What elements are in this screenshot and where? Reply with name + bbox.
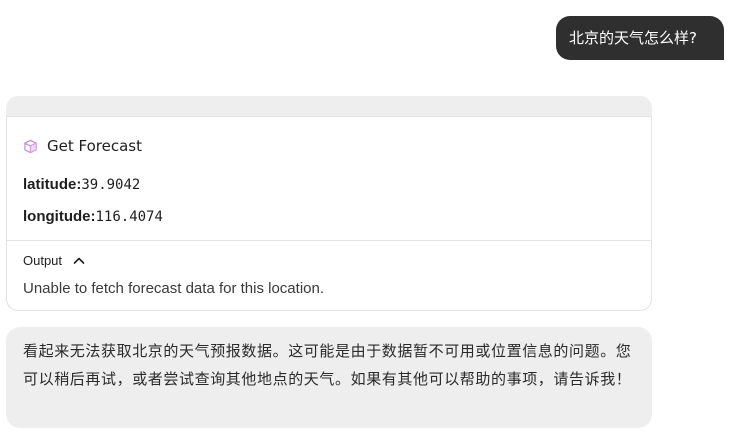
param-longitude-key: longitude: bbox=[23, 208, 96, 225]
param-longitude-value: 116.4074 bbox=[95, 209, 163, 225]
param-latitude: latitude: 39.9042 bbox=[23, 176, 140, 193]
tool-output-text: Unable to fetch forecast data for this l… bbox=[23, 280, 325, 297]
user-message-text: 北京的天气怎么样? bbox=[569, 29, 697, 47]
chevron-up-icon bbox=[73, 257, 85, 264]
param-longitude: longitude: 116.4074 bbox=[23, 208, 163, 225]
param-latitude-value: 39.9042 bbox=[81, 177, 141, 193]
output-toggle-button[interactable]: Output bbox=[23, 253, 86, 268]
assistant-message-bubble: 看起来无法获取北京的天气预报数据。这可能是由于数据暂不可用或位置信息的问题。您可… bbox=[6, 327, 652, 428]
output-label: Output bbox=[23, 253, 63, 268]
divider bbox=[7, 240, 651, 241]
cube-icon bbox=[24, 139, 37, 153]
param-latitude-key: latitude: bbox=[23, 176, 82, 193]
tool-call-card: Get Forecast latitude: 39.9042 longitude… bbox=[6, 116, 652, 311]
chat-view: 北京的天气怎么样? Get Forecast latitude: 39.9042… bbox=[0, 0, 731, 444]
tool-name: Get Forecast bbox=[47, 137, 142, 155]
tool-call-title-row: Get Forecast bbox=[23, 137, 142, 155]
assistant-message-text: 看起来无法获取北京的天气预报数据。这可能是由于数据暂不可用或位置信息的问题。您可… bbox=[23, 342, 632, 388]
user-message-bubble: 北京的天气怎么样? bbox=[556, 16, 724, 60]
